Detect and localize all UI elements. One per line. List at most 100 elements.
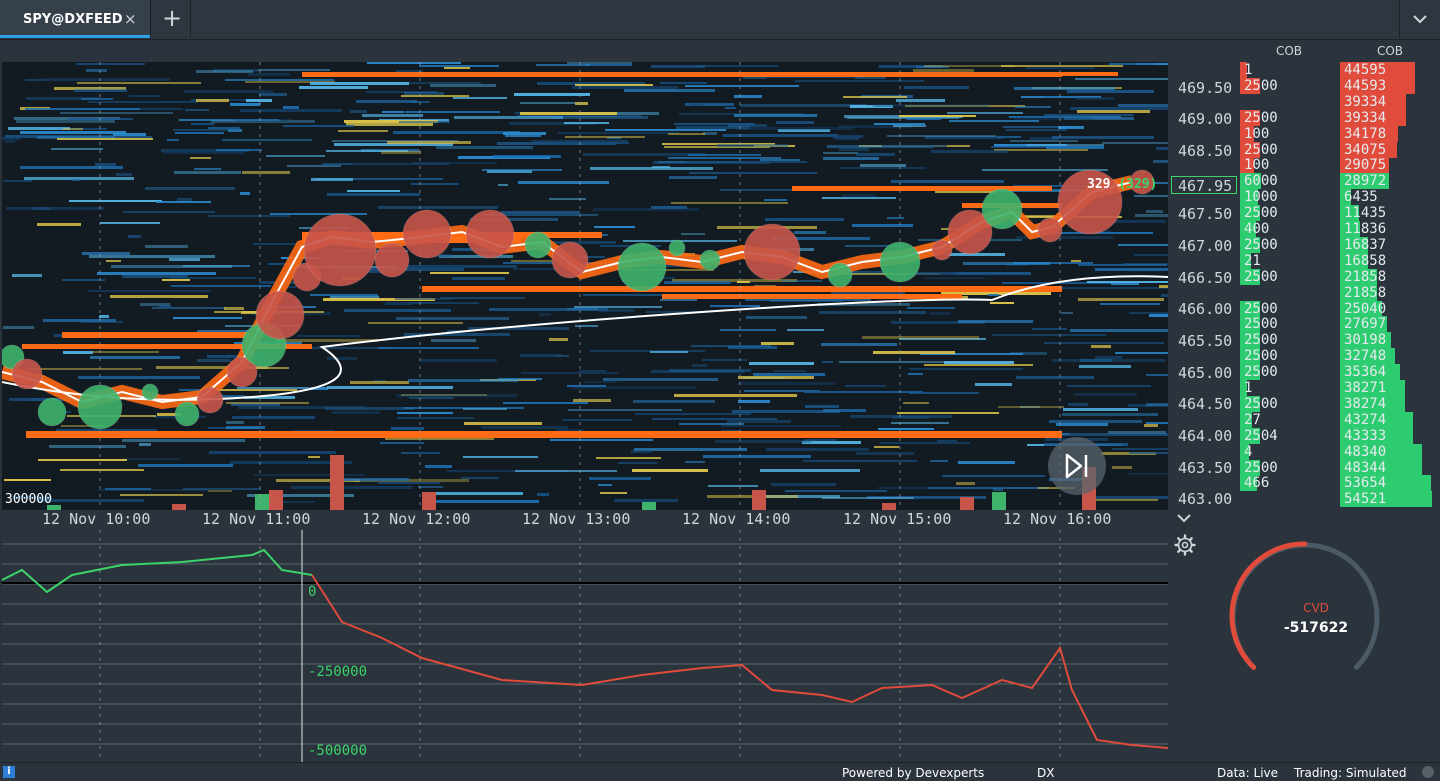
liquidity-level <box>90 356 180 359</box>
liquidity-level <box>1074 393 1137 396</box>
price-axis[interactable]: 469.50 469.00 468.50 467.95 467.50 467.0… <box>1170 62 1238 510</box>
liquidity-level <box>404 92 444 95</box>
liquidity-level <box>57 138 153 140</box>
cob-header-right[interactable]: COB <box>1340 40 1440 63</box>
liquidity-level <box>1159 285 1168 288</box>
close-icon[interactable]: × <box>124 10 137 28</box>
cvd-panel[interactable]: 0 -250000 -500000 <box>2 530 1168 762</box>
liquidity-level <box>419 65 499 67</box>
cob-value: 2500 <box>1244 316 1278 333</box>
cob-row: 4 <box>1240 443 1338 460</box>
liquidity-level <box>399 121 450 123</box>
liquidity-level <box>1063 408 1138 411</box>
cob-value: 39334 <box>1344 93 1387 110</box>
liquidity-level <box>1050 433 1168 436</box>
liquidity-level <box>845 385 886 387</box>
liquidity-level <box>122 439 245 442</box>
cob-row: 39334 <box>1340 93 1440 110</box>
trade-bubble <box>374 242 410 278</box>
cob-value: 21858 <box>1344 268 1387 285</box>
liquidity-level <box>520 112 617 115</box>
liquidity-level <box>310 294 378 296</box>
cob-value: 43333 <box>1344 427 1387 444</box>
liquidity-level <box>183 488 261 490</box>
liquidity-level <box>171 285 271 287</box>
liquidity-level <box>1046 146 1104 149</box>
liquidity-level <box>418 486 443 488</box>
liquidity-level <box>862 336 979 339</box>
liquidity-level <box>717 144 788 147</box>
cob-value: 2500 <box>1244 348 1278 365</box>
liquidity-level <box>583 153 706 156</box>
liquidity-level <box>405 111 500 113</box>
price-label: 466.00 <box>1178 300 1233 318</box>
cob-row: 11435 <box>1340 205 1440 222</box>
liquidity-level <box>685 161 807 163</box>
liquidity-level <box>552 142 629 144</box>
cob-value: 25040 <box>1344 300 1387 317</box>
price-label: 467.00 <box>1178 237 1233 255</box>
info-icon[interactable]: i <box>3 766 15 778</box>
trade-bubble <box>879 241 921 283</box>
cob-row: 2500 <box>1240 268 1338 285</box>
liquidity-level <box>520 354 562 357</box>
cob-column-right[interactable]: 44595 44593 39334 39334 34178 34075 29075 28972… <box>1340 62 1440 510</box>
cob-column-left[interactable]: 1 2500 2500 100 2500 100 6000 1000 2500 400 2500 21… <box>1240 62 1338 510</box>
liquidity-level <box>1026 67 1095 69</box>
dx-text: DX <box>1037 766 1055 780</box>
liquidity-level <box>258 69 330 71</box>
cob-value: 2500 <box>1244 395 1278 412</box>
liquidity-level <box>184 90 273 93</box>
liquidity-level <box>567 62 632 64</box>
liquidity-level <box>489 308 608 311</box>
liquidity-level <box>873 351 955 354</box>
liquidity-level <box>549 338 568 341</box>
cob-row: 6435 <box>1340 189 1440 206</box>
liquidity-level <box>873 104 989 107</box>
liquidity-level <box>4 140 15 143</box>
liquidity-level <box>1056 423 1108 426</box>
trade-bubble <box>141 383 159 401</box>
liquidity-level <box>100 222 160 224</box>
heatmap-chart[interactable]: 300000 <box>2 62 1168 510</box>
tabs-menu-button[interactable] <box>1399 0 1440 38</box>
liquidity-level <box>170 277 256 279</box>
volume-bar <box>992 492 1006 510</box>
liquidity-level <box>746 316 807 319</box>
liquidity-band <box>302 72 1062 77</box>
liquidity-level <box>594 226 635 228</box>
liquidity-level <box>169 258 200 261</box>
liquidity-level <box>599 309 634 312</box>
liquidity-level <box>63 128 83 130</box>
liquidity-level <box>175 132 224 134</box>
liquidity-level <box>515 470 617 472</box>
cob-row: 2500 <box>1240 459 1338 476</box>
cob-row: 2500 <box>1240 364 1338 381</box>
collapse-chevron-icon[interactable] <box>1176 512 1192 524</box>
liquidity-level <box>1127 473 1168 475</box>
liquidity-level <box>431 339 476 342</box>
active-tab-indicator <box>0 35 150 38</box>
volume-bar <box>330 455 344 510</box>
time-axis[interactable]: 12 Nov 10:00 12 Nov 11:00 12 Nov 12:00 1… <box>2 510 1168 530</box>
add-tab-button[interactable]: + <box>152 0 191 38</box>
liquidity-level <box>396 394 517 397</box>
liquidity-level <box>425 465 452 468</box>
trade-bubble <box>196 386 224 414</box>
cob-value: 21858 <box>1344 284 1387 301</box>
liquidity-level <box>362 114 423 117</box>
liquidity-level <box>78 376 200 379</box>
cob-row: 466 <box>1240 475 1338 492</box>
liquidity-level <box>60 112 173 114</box>
gear-icon[interactable] <box>1174 534 1196 556</box>
liquidity-level <box>575 102 588 105</box>
liquidity-level <box>270 213 367 215</box>
cob-value: 2500 <box>1244 205 1278 222</box>
liquidity-level <box>583 381 617 383</box>
play-step-button[interactable] <box>1048 437 1106 495</box>
cob-header-left[interactable]: COB <box>1240 40 1338 63</box>
liquidity-level <box>106 260 121 262</box>
tab-spy-dxfeed[interactable]: SPY@DXFEED × <box>0 0 151 38</box>
cob-value: 39334 <box>1344 109 1387 126</box>
liquidity-level <box>283 125 354 127</box>
